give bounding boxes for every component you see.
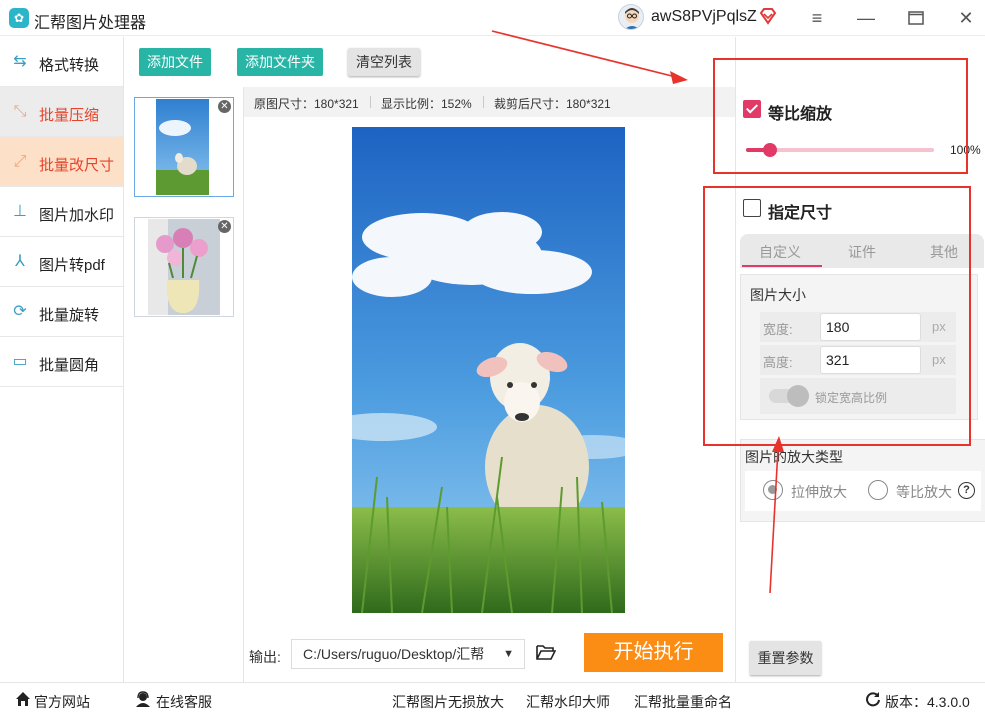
- zoom-type-title: 图片的放大类型: [745, 449, 843, 465]
- app-window: ✿ 汇帮图片处理器 awS8PVjPqlsZ ≡ — ✕ ⇆ 格式转换 ⤡ 批量…: [0, 0, 985, 715]
- official-site-link[interactable]: 官方网站: [34, 692, 90, 712]
- round-corner-icon: ▭: [12, 353, 28, 370]
- format-convert-icon: ⇆: [13, 53, 27, 70]
- footer-bar: 官方网站 在线客服 汇帮图片无损放大 汇帮水印大师 汇帮批量重命名 版本：4.3…: [0, 682, 985, 715]
- footer-link-upscale[interactable]: 汇帮图片无损放大: [392, 692, 504, 712]
- sheep-photo: [352, 127, 625, 613]
- chevron-down-icon: ▼: [503, 648, 514, 660]
- output-path-select[interactable]: C:/Users/ruguo/Desktop/汇帮 ▼: [291, 639, 525, 669]
- preview-area: 原图尺寸：180*321 显示比例：152% 裁剪后尺寸：180*321 输出:…: [244, 87, 735, 682]
- add-folder-button[interactable]: 添加文件夹: [237, 48, 323, 76]
- sidebar: ⇆ 格式转换 ⤡ 批量压缩 ⤢ 批量改尺寸 ⊥ 图片加水印 ⅄ 图片转pdf ⟳…: [0, 37, 124, 682]
- zoom-type-box: 图片的放大类型 拉伸放大 等比放大 ?: [740, 439, 985, 522]
- sheep-thumbnail-image: [156, 99, 209, 195]
- reset-button[interactable]: 重置参数: [750, 641, 821, 675]
- help-icon[interactable]: ?: [958, 482, 975, 499]
- sidebar-item-format-convert[interactable]: ⇆ 格式转换: [0, 37, 123, 87]
- remove-thumbnail-icon[interactable]: ✕: [218, 220, 231, 233]
- cropped-size: 裁剪后尺寸：180*321: [494, 97, 611, 111]
- proportional-zoom-radio[interactable]: [868, 480, 888, 500]
- display-ratio: 显示比例：152%: [381, 97, 472, 111]
- divider: [483, 96, 484, 108]
- home-icon: [16, 692, 30, 706]
- sidebar-item-compress[interactable]: ⤡ 批量压缩: [0, 87, 123, 137]
- compress-icon: ⤡: [13, 103, 27, 120]
- sidebar-item-resize[interactable]: ⤢ 批量改尺寸: [0, 137, 123, 187]
- sidebar-item-label: 批量圆角: [39, 357, 100, 374]
- menu-icon[interactable]: ≡: [805, 6, 829, 30]
- minimize-icon[interactable]: —: [854, 6, 878, 30]
- stretch-zoom-radio[interactable]: [763, 480, 783, 500]
- sidebar-item-label: 图片转pdf: [39, 257, 105, 274]
- sidebar-item-label: 格式转换: [39, 57, 100, 74]
- thumbnail-flowers[interactable]: ✕: [134, 217, 234, 317]
- toolbar: 添加文件 添加文件夹 清空列表: [125, 37, 735, 87]
- title-bar: ✿ 汇帮图片处理器 awS8PVjPqlsZ ≡ — ✕: [0, 0, 985, 36]
- footer-link-watermark[interactable]: 汇帮水印大师: [526, 692, 610, 712]
- sidebar-item-rotate[interactable]: ⟳ 批量旋转: [0, 287, 123, 337]
- add-file-button[interactable]: 添加文件: [139, 48, 211, 76]
- clear-list-button[interactable]: 清空列表: [348, 48, 420, 76]
- annotation-box-specify-size: [703, 186, 971, 446]
- refresh-icon[interactable]: [865, 691, 881, 707]
- annotation-box-proportional: [713, 58, 968, 174]
- vip-diamond-icon[interactable]: [759, 7, 777, 25]
- watermark-icon: ⊥: [13, 203, 27, 220]
- sidebar-item-label: 批量改尺寸: [39, 157, 115, 174]
- output-label: 输出:: [249, 649, 281, 665]
- thumbnail-sheep[interactable]: ✕: [134, 97, 234, 197]
- customer-service-icon: [136, 691, 150, 707]
- username[interactable]: awS8PVjPqlsZ: [651, 8, 757, 26]
- stretch-zoom-label: 拉伸放大: [791, 484, 847, 500]
- thumbnail-list: ✕ ✕: [125, 87, 244, 682]
- avatar-face-icon: [625, 8, 639, 29]
- start-button[interactable]: 开始执行: [584, 633, 723, 672]
- pdf-icon: ⅄: [15, 253, 25, 270]
- app-logo-icon: ✿: [9, 8, 29, 28]
- user-avatar[interactable]: [618, 4, 644, 30]
- online-service-link[interactable]: 在线客服: [156, 692, 212, 712]
- image-info-bar: 原图尺寸：180*321 显示比例：152% 裁剪后尺寸：180*321: [244, 87, 735, 117]
- folder-open-icon[interactable]: [536, 643, 556, 661]
- preview-image: [352, 127, 625, 613]
- output-path-value: C:/Users/ruguo/Desktop/汇帮: [303, 646, 485, 662]
- flowers-thumbnail-image: [148, 219, 220, 315]
- version-label: 版本：4.3.0.0: [885, 694, 970, 710]
- footer-link-rename[interactable]: 汇帮批量重命名: [634, 692, 732, 712]
- close-icon[interactable]: ✕: [954, 6, 978, 30]
- proportional-zoom-label: 等比放大: [896, 484, 952, 500]
- app-title: 汇帮图片处理器: [34, 15, 147, 32]
- sidebar-item-label: 批量旋转: [39, 307, 100, 324]
- remove-thumbnail-icon[interactable]: ✕: [218, 100, 231, 113]
- divider: [370, 96, 371, 108]
- original-size: 原图尺寸：180*321: [254, 97, 359, 111]
- sidebar-item-label: 图片加水印: [39, 207, 115, 224]
- rotate-icon: ⟳: [13, 303, 27, 320]
- maximize-icon[interactable]: [904, 6, 928, 30]
- zoom-type-options: 拉伸放大 等比放大 ?: [745, 471, 981, 511]
- sidebar-item-watermark[interactable]: ⊥ 图片加水印: [0, 187, 123, 237]
- sidebar-item-round-corner[interactable]: ▭ 批量圆角: [0, 337, 123, 387]
- resize-icon: ⤢: [13, 153, 27, 170]
- sidebar-item-pdf[interactable]: ⅄ 图片转pdf: [0, 237, 123, 287]
- sidebar-item-label: 批量压缩: [39, 107, 100, 124]
